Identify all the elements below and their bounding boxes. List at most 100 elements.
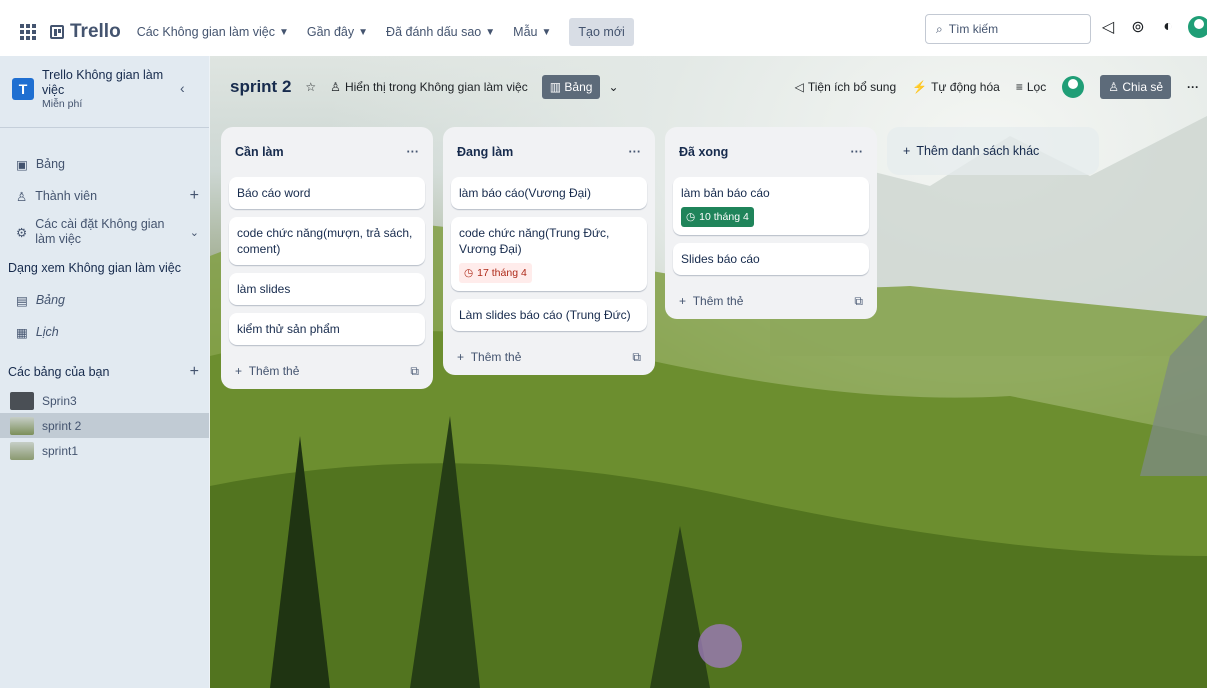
board-view-button[interactable]: ▥ Bảng bbox=[541, 75, 601, 99]
card[interactable]: code chức năng(mượn, trả sách, coment) bbox=[229, 217, 425, 265]
sidebar-item-label: Bảng bbox=[35, 293, 66, 307]
card[interactable]: Báo cáo word bbox=[229, 177, 425, 209]
board-view-label: Bảng bbox=[564, 80, 593, 94]
plus-icon: + bbox=[903, 144, 911, 158]
card[interactable]: làm bản báo cáo ◷ 10 tháng 4 bbox=[673, 177, 869, 235]
add-card-label: Thêm thẻ bbox=[692, 294, 744, 308]
trello-window: Trello Các Không gian làm việc ▼ Gần đây ▼… bbox=[0, 0, 1207, 688]
list-header: Cần làm ··· bbox=[229, 127, 425, 177]
sidebar-item-label: Thành viên bbox=[35, 189, 98, 203]
add-list-button[interactable]: + Thêm danh sách khác bbox=[887, 127, 1099, 175]
trello-logo[interactable]: Trello bbox=[50, 21, 121, 43]
create-button[interactable]: Tạo mới bbox=[569, 18, 634, 46]
board-thumbnail bbox=[10, 391, 34, 410]
template-icon[interactable]: ⧉ bbox=[410, 364, 419, 379]
nav-templates[interactable]: Mẫu ▼ bbox=[513, 25, 551, 39]
notifications-icon[interactable]: ◁ bbox=[1098, 17, 1118, 37]
list-doing: Đang làm ··· làm báo cáo(Vương Đại) code … bbox=[443, 127, 655, 375]
sidebar-board-label: sprint1 bbox=[42, 443, 79, 458]
card-title: làm báo cáo(Vương Đại) bbox=[459, 186, 591, 200]
list-title[interactable]: Cần làm bbox=[235, 145, 284, 159]
card-title: code chức năng(mượn, trả sách, coment) bbox=[237, 226, 413, 256]
list-menu-button[interactable]: ··· bbox=[629, 145, 642, 159]
chevron-down-icon[interactable]: ⌄ bbox=[608, 80, 618, 94]
card[interactable]: làm báo cáo(Vương Đại) bbox=[451, 177, 647, 209]
chevron-down-icon: ▼ bbox=[278, 26, 289, 38]
add-board-icon[interactable]: + bbox=[190, 363, 199, 381]
lightning-icon: ⚡ bbox=[912, 80, 928, 94]
add-card-label: Thêm thẻ bbox=[470, 350, 522, 364]
collapse-sidebar-button[interactable]: ‹ bbox=[180, 80, 185, 96]
gear-icon: ⚙ bbox=[16, 225, 28, 240]
card[interactable]: Làm slides báo cáo (Trung Đức) bbox=[451, 299, 647, 331]
automation-button[interactable]: ⚡ Tự động hóa bbox=[912, 80, 1000, 94]
due-date-badge[interactable]: ◷ 17 tháng 4 bbox=[459, 263, 532, 283]
filter-button[interactable]: ≡ Lọc bbox=[1016, 80, 1046, 94]
sidebar-view-calendar[interactable]: ▦ Lịch bbox=[0, 316, 209, 348]
filter-icon: ≡ bbox=[1015, 80, 1023, 94]
sidebar-board-sprin3[interactable]: Sprin3 bbox=[0, 388, 209, 413]
list-title[interactable]: Đang làm bbox=[457, 145, 513, 159]
add-member-icon[interactable]: + bbox=[190, 187, 199, 205]
due-date-badge[interactable]: ◷ 10 tháng 4 bbox=[681, 207, 754, 227]
clock-icon: ◷ bbox=[464, 267, 474, 279]
sidebar-item-members[interactable]: ♙ Thành viên + bbox=[0, 180, 209, 212]
add-card-button[interactable]: + Thêm thẻ bbox=[457, 350, 521, 364]
sidebar-item-boards[interactable]: ▣ Bảng bbox=[0, 148, 209, 180]
nav-label: Mẫu bbox=[513, 25, 538, 39]
nav-label: Đã đánh dấu sao bbox=[386, 25, 482, 39]
card[interactable]: làm slides bbox=[229, 273, 425, 305]
user-avatar[interactable] bbox=[1188, 16, 1207, 38]
your-boards-heading: Các bảng của bạn + bbox=[0, 356, 209, 388]
workspace-avatar: T bbox=[12, 78, 34, 100]
template-icon[interactable]: ⧉ bbox=[854, 294, 863, 309]
nav-starred[interactable]: Đã đánh dấu sao ▼ bbox=[386, 25, 495, 39]
card-title: code chức năng(Trung Đức, Vương Đại) bbox=[459, 226, 610, 256]
sidebar-board-sprint1[interactable]: sprint1 bbox=[0, 438, 209, 463]
search-input[interactable]: ⌕ Tìm kiếm bbox=[925, 14, 1091, 44]
trello-logo-text: Trello bbox=[70, 21, 121, 42]
add-card-button[interactable]: + Thêm thẻ bbox=[235, 364, 299, 378]
member-avatar[interactable] bbox=[1062, 76, 1085, 98]
board-icon: ▣ bbox=[16, 157, 28, 172]
sidebar-view-board[interactable]: ▤ Bảng bbox=[0, 284, 209, 316]
workspace-views-heading: Dạng xem Không gian làm việc bbox=[8, 261, 182, 275]
app-switcher-icon[interactable] bbox=[20, 24, 36, 40]
list-todo: Cần làm ··· Báo cáo word code chức năng(m… bbox=[221, 127, 433, 389]
list-menu-button[interactable]: ··· bbox=[851, 145, 864, 159]
card[interactable]: code chức năng(Trung Đức, Vương Đại) ◷ 17… bbox=[451, 217, 647, 291]
workspace-plan: Miễn phí bbox=[42, 98, 83, 110]
your-boards-heading-label: Các bảng của bạn bbox=[8, 365, 110, 379]
card-title: Làm slides báo cáo (Trung Đức) bbox=[459, 308, 631, 322]
card-title: Slides báo cáo bbox=[681, 252, 760, 266]
nav-label: Các Không gian làm việc bbox=[136, 25, 275, 39]
board-title[interactable]: sprint 2 bbox=[230, 77, 291, 97]
share-label: Chia sẻ bbox=[1122, 80, 1163, 94]
list-menu-button[interactable]: ··· bbox=[407, 145, 420, 159]
card-title: làm bản báo cáo bbox=[681, 186, 770, 200]
sidebar-board-sprint-2[interactable]: sprint 2 bbox=[0, 413, 209, 438]
add-card-button[interactable]: + Thêm thẻ bbox=[679, 294, 743, 308]
card[interactable]: Slides báo cáo bbox=[673, 243, 869, 275]
board-menu-button[interactable]: ··· bbox=[1187, 80, 1199, 94]
help-icon[interactable]: ⊚ bbox=[1128, 17, 1148, 37]
theme-icon[interactable]: ◐ bbox=[1158, 17, 1178, 37]
star-icon[interactable]: ☆ bbox=[305, 80, 316, 94]
add-card-row: + Thêm thẻ ⧉ bbox=[451, 339, 647, 375]
nav-workspaces[interactable]: Các Không gian làm việc ▼ bbox=[137, 25, 289, 39]
sidebar-item-settings[interactable]: ⚙ Các cài đặt Không gian làm việc ⌄ bbox=[0, 212, 209, 252]
visibility-button[interactable]: ♙ Hiển thị trong Không gian làm việc bbox=[330, 80, 528, 94]
people-icon: ♙ bbox=[330, 80, 341, 94]
card[interactable]: kiểm thử sản phẩm bbox=[229, 313, 425, 345]
nav-label: Gần đây bbox=[306, 25, 355, 39]
template-icon[interactable]: ⧉ bbox=[632, 350, 641, 365]
list-title[interactable]: Đã xong bbox=[679, 145, 728, 159]
share-button[interactable]: ♙ Chia sẻ bbox=[1100, 75, 1171, 99]
card-title: làm slides bbox=[237, 282, 291, 296]
nav-recent[interactable]: Gần đây ▼ bbox=[307, 25, 368, 39]
powerups-button[interactable]: ◁ Tiện ích bổ sung bbox=[795, 80, 897, 94]
add-card-label: Thêm thẻ bbox=[248, 364, 300, 378]
list-done: Đã xong ··· làm bản báo cáo ◷ 10 tháng 4 S… bbox=[665, 127, 877, 319]
search-icon: ⌕ bbox=[936, 21, 943, 36]
workspace-name[interactable]: Trello Không gian làm việc bbox=[42, 68, 172, 98]
